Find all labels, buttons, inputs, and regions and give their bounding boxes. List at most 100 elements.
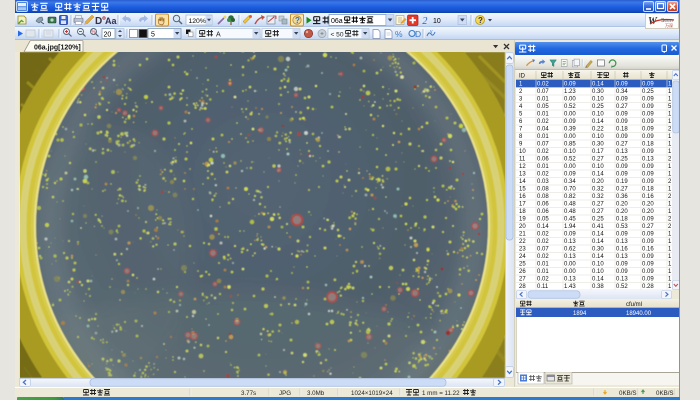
svg-text:06a.jpg[120%]: 06a.jpg[120%] xyxy=(34,45,81,52)
svg-text:0.25: 0.25 xyxy=(616,157,628,163)
svg-text:7: 7 xyxy=(519,127,523,133)
svg-text:10: 10 xyxy=(519,149,526,155)
svg-text:0.09: 0.09 xyxy=(642,82,654,88)
svg-text:120%: 120% xyxy=(189,18,206,25)
svg-text:0.25: 0.25 xyxy=(642,89,654,95)
svg-text:0.18: 0.18 xyxy=(642,187,654,193)
svg-text:0.06: 0.06 xyxy=(537,157,549,163)
svg-text:0.02: 0.02 xyxy=(537,149,549,155)
svg-text:0.09: 0.09 xyxy=(642,262,654,268)
svg-text:0.13: 0.13 xyxy=(642,157,654,163)
svg-text:0.20: 0.20 xyxy=(592,179,604,185)
svg-text:12: 12 xyxy=(519,164,526,170)
svg-text:0.70: 0.70 xyxy=(564,187,576,193)
svg-text:0.00: 0.00 xyxy=(564,112,576,118)
svg-text:0.14: 0.14 xyxy=(537,224,549,230)
svg-text:0.09: 0.09 xyxy=(616,262,628,268)
svg-text:27: 27 xyxy=(519,277,526,283)
svg-text:0.27: 0.27 xyxy=(592,157,604,163)
svg-text:0.32: 0.32 xyxy=(592,187,604,193)
svg-text:0.09: 0.09 xyxy=(642,217,654,223)
svg-text:0.13: 0.13 xyxy=(616,254,628,260)
svg-text:0.09: 0.09 xyxy=(616,269,628,275)
svg-text:25: 25 xyxy=(519,262,526,268)
svg-text:0.17: 0.17 xyxy=(592,149,604,155)
svg-text:0.01: 0.01 xyxy=(537,112,549,118)
svg-text:0.10: 0.10 xyxy=(564,149,576,155)
svg-text:3.77s: 3.77s xyxy=(241,390,256,397)
svg-text:1 mm = 11.22: 1 mm = 11.22 xyxy=(422,390,460,397)
svg-text:A: A xyxy=(216,32,221,39)
svg-text:0.13: 0.13 xyxy=(616,239,628,245)
svg-text:17: 17 xyxy=(519,202,526,208)
svg-text:5: 5 xyxy=(519,112,523,118)
svg-text:0.02: 0.02 xyxy=(537,232,549,238)
svg-text:0.18: 0.18 xyxy=(642,142,654,148)
svg-text:11: 11 xyxy=(519,157,526,163)
svg-text:18: 18 xyxy=(519,209,526,215)
svg-text:Aa: Aa xyxy=(105,16,117,26)
svg-text:0.13: 0.13 xyxy=(616,149,628,155)
svg-text:0.02: 0.02 xyxy=(537,239,549,245)
svg-text:0.41: 0.41 xyxy=(592,224,604,230)
svg-text:D: D xyxy=(415,29,421,39)
svg-text:< 50: < 50 xyxy=(331,31,344,38)
svg-text:0.14: 0.14 xyxy=(592,119,604,125)
svg-text:0.09: 0.09 xyxy=(564,119,576,125)
svg-text:0.09: 0.09 xyxy=(616,119,628,125)
svg-text:0.09: 0.09 xyxy=(642,232,654,238)
svg-text:0.09: 0.09 xyxy=(642,119,654,125)
svg-text:20: 20 xyxy=(104,32,112,39)
svg-text:0.08: 0.08 xyxy=(537,194,549,200)
svg-text:0.08: 0.08 xyxy=(537,187,549,193)
svg-text:0.10: 0.10 xyxy=(592,164,604,170)
svg-text:19: 19 xyxy=(519,217,526,223)
svg-text:0.30: 0.30 xyxy=(592,89,604,95)
svg-text:0.09: 0.09 xyxy=(642,97,654,103)
svg-text:0.14: 0.14 xyxy=(592,232,604,238)
svg-text:0.01: 0.01 xyxy=(537,164,549,170)
svg-text:0.06: 0.06 xyxy=(537,209,549,215)
svg-text:0.09: 0.09 xyxy=(564,172,576,178)
svg-text:0.03: 0.03 xyxy=(537,179,549,185)
svg-text:0.05: 0.05 xyxy=(537,217,549,223)
svg-text:10: 10 xyxy=(433,18,441,25)
svg-text:14: 14 xyxy=(519,179,526,185)
svg-text:0.04: 0.04 xyxy=(537,127,549,133)
svg-text:0.09: 0.09 xyxy=(642,164,654,170)
svg-text:0.16: 0.16 xyxy=(616,247,628,253)
svg-text:23: 23 xyxy=(519,247,526,253)
svg-text:0.09: 0.09 xyxy=(642,134,654,140)
svg-text:0.27: 0.27 xyxy=(592,202,604,208)
svg-text:0.45: 0.45 xyxy=(564,217,576,223)
svg-text:0.52: 0.52 xyxy=(564,157,576,163)
svg-text:0.48: 0.48 xyxy=(564,202,576,208)
svg-text:0.09: 0.09 xyxy=(642,149,654,155)
svg-text:0.27: 0.27 xyxy=(642,224,654,230)
svg-text:0KB/S: 0KB/S xyxy=(656,390,674,397)
svg-text:8: 8 xyxy=(519,134,523,140)
svg-text:0.01: 0.01 xyxy=(537,269,549,275)
svg-text:22: 22 xyxy=(519,239,526,245)
svg-text:0.10: 0.10 xyxy=(592,134,604,140)
svg-text:0.01: 0.01 xyxy=(537,134,549,140)
svg-text:0.00: 0.00 xyxy=(564,97,576,103)
svg-text:%: % xyxy=(91,30,96,36)
svg-text:0.13: 0.13 xyxy=(564,254,576,260)
svg-text:0.18: 0.18 xyxy=(616,127,628,133)
svg-text:0.30: 0.30 xyxy=(592,142,604,148)
svg-text:0.14: 0.14 xyxy=(592,239,604,245)
svg-text:0.14: 0.14 xyxy=(592,82,604,88)
svg-text:0.85: 0.85 xyxy=(564,142,576,148)
svg-text:0.13: 0.13 xyxy=(616,277,628,283)
svg-text:0.09: 0.09 xyxy=(564,232,576,238)
svg-text:0.19: 0.19 xyxy=(616,179,628,185)
svg-text:0.00: 0.00 xyxy=(564,269,576,275)
svg-text:0.10: 0.10 xyxy=(592,262,604,268)
svg-text:0.18: 0.18 xyxy=(616,217,628,223)
svg-text:0.32: 0.32 xyxy=(592,194,604,200)
svg-text:0.09: 0.09 xyxy=(616,134,628,140)
svg-text:0.02: 0.02 xyxy=(537,172,549,178)
svg-text:0.25: 0.25 xyxy=(592,217,604,223)
svg-text:0.20: 0.20 xyxy=(642,202,654,208)
